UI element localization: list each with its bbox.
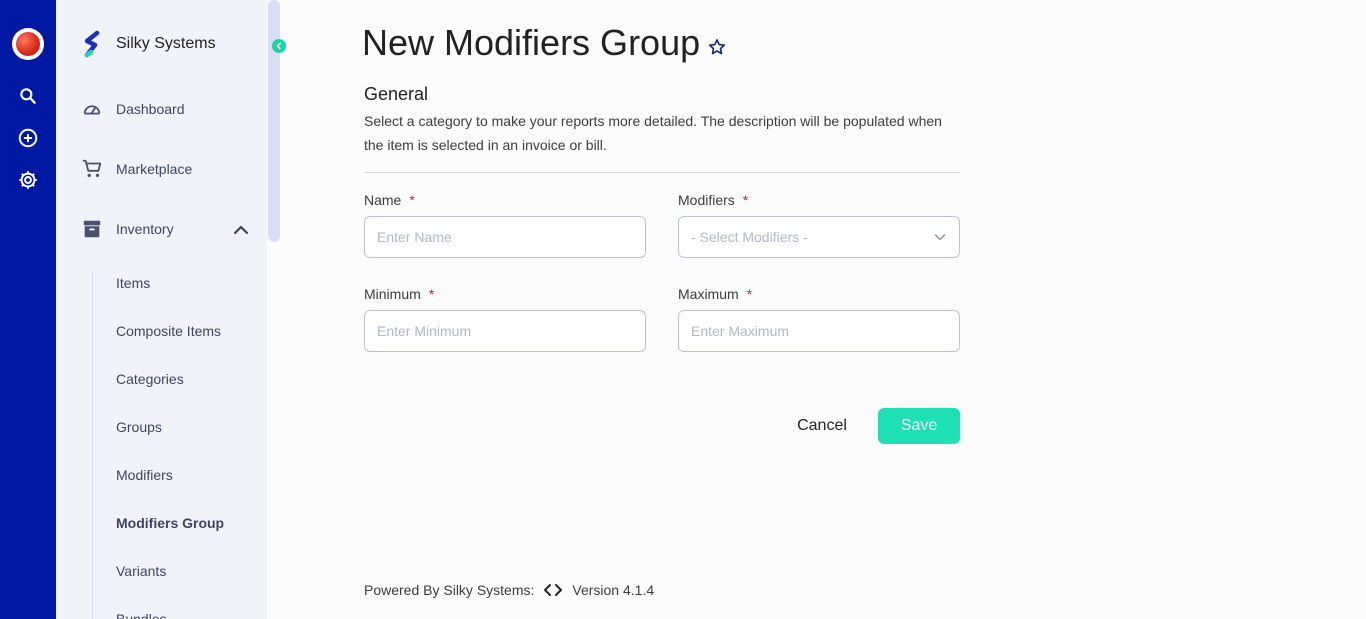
required-mark: *: [742, 192, 749, 208]
nav-dashboard[interactable]: Dashboard: [80, 97, 185, 121]
sidebar-scrollbar-thumb[interactable]: [268, 0, 280, 242]
code-brackets-icon: [544, 584, 563, 596]
required-mark: *: [428, 286, 435, 302]
chevron-left-icon: [276, 42, 281, 50]
sidebar-item-modifiers-group[interactable]: Modifiers Group: [116, 513, 224, 533]
nav-marketplace[interactable]: Marketplace: [80, 157, 192, 181]
sidebar-item-items[interactable]: Items: [116, 273, 150, 293]
minimum-label: Minimum *: [364, 286, 434, 302]
minimum-label-text: Minimum: [364, 286, 421, 302]
nav-dashboard-label: Dashboard: [116, 101, 185, 117]
modifiers-select[interactable]: - Select Modifiers -: [678, 216, 960, 258]
name-label: Name *: [364, 192, 415, 208]
brand-logo-icon: [84, 30, 100, 58]
speedometer-icon: [80, 97, 104, 121]
sidebar-item-composite-items[interactable]: Composite Items: [116, 321, 221, 341]
section-description: Select a category to make your reports m…: [364, 113, 942, 153]
modifiers-select-placeholder: - Select Modifiers -: [691, 229, 808, 245]
maximum-label-text: Maximum: [678, 286, 739, 302]
modifiers-label: Modifiers *: [678, 192, 748, 208]
nav-inventory[interactable]: Inventory: [80, 217, 174, 241]
chevron-up-icon[interactable]: [232, 221, 250, 239]
sidebar-item-groups[interactable]: Groups: [116, 417, 162, 437]
name-input[interactable]: [364, 216, 646, 258]
search-icon[interactable]: [16, 84, 40, 108]
archive-box-icon: [80, 217, 104, 241]
app-rail: [0, 0, 56, 619]
apple-avatar-image: [16, 32, 40, 56]
modifiers-label-text: Modifiers: [678, 192, 735, 208]
user-avatar[interactable]: [12, 28, 44, 60]
chevron-down-icon: [934, 234, 946, 241]
nav-inventory-label: Inventory: [116, 221, 174, 237]
sidebar-item-categories[interactable]: Categories: [116, 369, 184, 389]
required-mark: *: [409, 192, 415, 208]
sidebar-item-bundles[interactable]: Bundles: [116, 609, 167, 619]
maximum-label: Maximum *: [678, 286, 752, 302]
add-circle-icon[interactable]: [16, 126, 40, 150]
cancel-button[interactable]: Cancel: [786, 408, 858, 444]
footer-powered-by: Powered By Silky Systems:: [364, 582, 535, 598]
footer: Powered By Silky Systems: Version 4.1.4: [364, 580, 654, 600]
cart-icon: [80, 157, 104, 181]
page-title: New Modifiers Group: [362, 22, 701, 63]
brand-name: Silky Systems: [116, 35, 216, 52]
sidebar: Silky Systems Dashboard Marketplace Inve…: [56, 0, 267, 619]
favorite-star-icon[interactable]: [707, 37, 727, 57]
submenu-guide-line: [92, 272, 93, 619]
footer-version: Version 4.1.4: [572, 582, 655, 598]
sidebar-collapse-button[interactable]: [272, 39, 286, 53]
sidebar-item-modifiers[interactable]: Modifiers: [116, 465, 173, 485]
name-label-text: Name: [364, 192, 402, 208]
save-button[interactable]: Save: [878, 408, 960, 444]
brand[interactable]: Silky Systems: [80, 30, 216, 58]
settings-gear-icon[interactable]: [16, 168, 40, 192]
nav-marketplace-label: Marketplace: [116, 161, 193, 177]
section-title: General: [364, 84, 429, 104]
maximum-input[interactable]: [678, 310, 960, 352]
minimum-input[interactable]: [364, 310, 646, 352]
required-mark: *: [746, 286, 753, 302]
sidebar-item-variants[interactable]: Variants: [116, 561, 166, 581]
section-divider: [364, 172, 960, 173]
